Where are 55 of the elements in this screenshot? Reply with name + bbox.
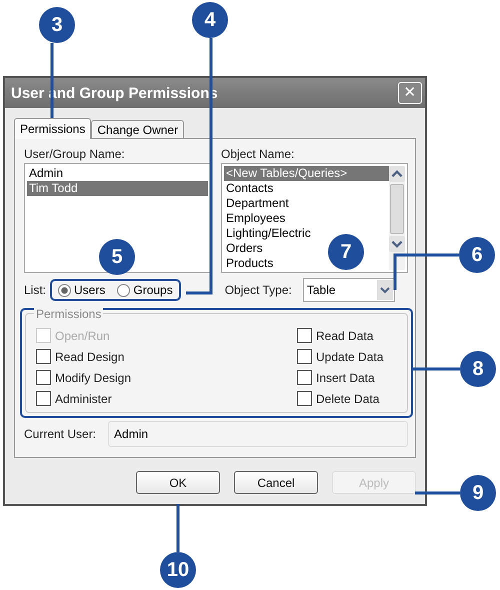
permission-checkbox[interactable]: Update Data — [297, 349, 397, 364]
permission-checkbox[interactable]: Insert Data — [297, 370, 397, 385]
field-label: Current User: — [24, 427, 96, 441]
permission-checkbox[interactable]: Modify Design — [36, 370, 136, 385]
callout-number: 3 — [39, 7, 75, 43]
list-item[interactable]: Admin — [27, 166, 66, 181]
list-label: User/Group Name: — [24, 147, 126, 161]
object-type-dropdown[interactable]: Table — [302, 278, 395, 302]
list-item[interactable]: Employees — [224, 211, 288, 226]
close-button[interactable]: ✕ — [398, 82, 422, 104]
list-item[interactable]: <New Tables/Queries> — [224, 166, 389, 181]
group-title: Permissions — [34, 307, 104, 321]
scroll-down-icon[interactable] — [389, 236, 405, 252]
field-label: Object Type: — [224, 283, 292, 297]
scroll-up-icon[interactable] — [389, 166, 405, 182]
checkbox[interactable] — [297, 349, 312, 364]
permission-checkbox[interactable]: Read Design — [36, 349, 136, 364]
callout-number: 8 — [460, 351, 496, 387]
tab[interactable]: Change Owner — [91, 120, 184, 138]
radio-button[interactable] — [117, 284, 130, 296]
current-user-field: Admin — [108, 421, 408, 447]
radio-option[interactable]: Users — [58, 283, 106, 297]
checkbox[interactable] — [36, 349, 51, 364]
leader-line — [394, 254, 459, 290]
callout-number: 6 — [459, 237, 495, 273]
checkbox[interactable] — [36, 370, 51, 385]
scrollbar[interactable] — [389, 166, 405, 270]
list-item[interactable]: Orders — [224, 241, 265, 256]
checkbox[interactable] — [36, 391, 51, 406]
list-item[interactable]: Department — [224, 196, 291, 211]
checkbox[interactable] — [297, 328, 312, 343]
list-label: Object Name: — [221, 147, 296, 161]
leader-line — [415, 492, 460, 494]
list-item[interactable]: Contacts — [224, 181, 276, 196]
list-item[interactable]: Products — [224, 256, 276, 271]
list-item[interactable]: Tim Todd — [27, 181, 208, 196]
callout-number: 9 — [460, 475, 496, 511]
list-label: List: — [24, 283, 46, 297]
tab[interactable]: Permissions — [14, 118, 92, 139]
permission-checkbox[interactable]: Read Data — [297, 328, 397, 343]
callout-number: 4 — [192, 2, 228, 38]
checkbox[interactable] — [297, 391, 312, 406]
dropdown-icon[interactable] — [376, 280, 393, 300]
leader-line — [176, 504, 180, 552]
radio-button[interactable] — [58, 284, 72, 296]
checkbox[interactable] — [297, 370, 312, 385]
callout-number: 10 — [160, 552, 196, 588]
dialog-button[interactable]: OK — [136, 471, 220, 494]
dialog-button[interactable]: Cancel — [234, 471, 318, 494]
radio-label: Users — [74, 283, 106, 297]
radio-option[interactable]: Groups — [117, 283, 173, 297]
radio-label: Groups — [133, 283, 173, 297]
permission-checkbox[interactable]: Delete Data — [297, 391, 397, 406]
list-item[interactable]: Lighting/Electric — [224, 226, 313, 241]
permission-checkbox[interactable]: Administer — [36, 391, 136, 406]
